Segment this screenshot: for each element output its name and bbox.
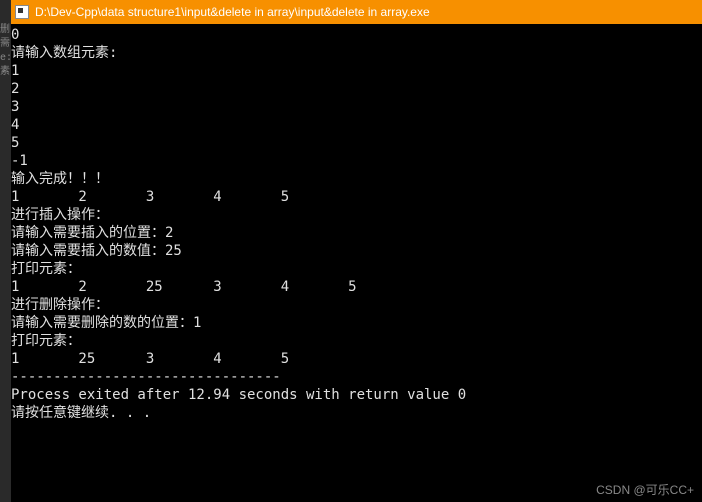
console-line: -1 (11, 153, 28, 169)
editor-gutter: 删 需 e: 素 (0, 0, 11, 502)
console-line: 1 2 3 4 5 (11, 189, 289, 205)
console-line: 进行删除操作： (11, 297, 109, 313)
console-line: 5 (11, 135, 19, 151)
console-line: 进行插入操作： (11, 207, 109, 223)
window-titlebar[interactable]: D:\Dev-Cpp\data structure1\input&delete … (11, 0, 702, 24)
console-line: 请输入数组元素: (11, 45, 117, 61)
console-line: 1 2 25 3 4 5 (11, 279, 357, 295)
console-line: 请输入需要插入的数值：25 (11, 243, 182, 259)
watermark: CSDN @可乐CC+ (596, 481, 694, 498)
console-line: 打印元素： (11, 333, 81, 349)
console-line: 3 (11, 99, 19, 115)
console-line: 0 (11, 27, 19, 43)
console-line: 1 25 3 4 5 (11, 351, 289, 367)
console-line: 打印元素： (11, 261, 81, 277)
console-line: 请输入需要删除的数的位置：1 (11, 315, 201, 331)
console-line: 2 (11, 81, 19, 97)
console-line: 1 (11, 63, 19, 79)
console-line: 请输入需要插入的位置：2 (11, 225, 173, 241)
app-icon (15, 5, 29, 19)
console-line: 请按任意键继续. . . (11, 405, 151, 421)
window-title: D:\Dev-Cpp\data structure1\input&delete … (35, 5, 430, 19)
console-line: Process exited after 12.94 seconds with … (11, 387, 466, 403)
console-line: 4 (11, 117, 19, 133)
console-output[interactable]: 0 请输入数组元素: 1 2 3 4 5 -1 输入完成！！！ 1 2 3 4 … (11, 24, 702, 502)
console-line: -------------------------------- (11, 369, 281, 385)
console-line: 输入完成！！！ (11, 171, 109, 187)
